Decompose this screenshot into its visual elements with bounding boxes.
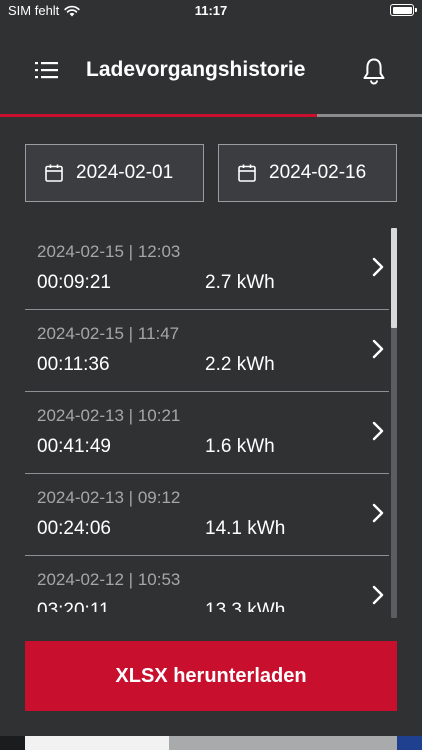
calendar-icon <box>238 164 256 182</box>
session-list: 2024-02-15 | 12:03 00:09:21 2.7 kWh 2024… <box>25 228 389 612</box>
flag-segment <box>396 736 422 750</box>
date-from-value: 2024-02-01 <box>76 162 174 183</box>
page-title: Ladevorgangshistorie <box>86 58 306 81</box>
session-row[interactable]: 2024-02-13 | 09:12 00:24:06 14.1 kWh <box>25 474 389 556</box>
date-to-value: 2024-02-16 <box>269 162 367 183</box>
session-datetime: 2024-02-13 | 10:21 <box>37 406 181 425</box>
session-energy: 2.7 kWh <box>205 272 275 293</box>
session-datetime: 2024-02-15 | 11:47 <box>37 324 180 343</box>
list-menu-icon[interactable] <box>32 58 62 82</box>
session-datetime: 2024-02-13 | 09:12 <box>37 488 181 507</box>
download-xlsx-button[interactable]: XLSX herunterladen <box>25 641 397 711</box>
session-datetime: 2024-02-12 | 10:53 <box>37 570 181 589</box>
status-bar: SIM fehlt 11:17 <box>0 0 422 22</box>
session-datetime: 2024-02-15 | 12:03 <box>37 242 181 261</box>
session-row[interactable]: 2024-02-12 | 10:53 03:20:11 13.3 kWh <box>25 556 389 612</box>
flag-segment <box>168 736 397 750</box>
chevron-right-icon <box>372 257 384 277</box>
session-energy: 14.1 kWh <box>205 518 286 539</box>
session-duration: 00:11:36 <box>37 354 110 375</box>
charging-history-screen: SIM fehlt 11:17 Ladevorgangshistorie 202… <box>0 0 422 750</box>
session-duration: 00:24:06 <box>37 518 111 539</box>
session-row[interactable]: 2024-02-15 | 11:47 00:11:36 2.2 kWh <box>25 310 389 392</box>
session-energy: 1.6 kWh <box>205 436 275 457</box>
chevron-right-icon <box>372 339 384 359</box>
flag-segment <box>0 736 26 750</box>
session-duration: 03:20:11 <box>37 600 110 612</box>
session-duration: 00:09:21 <box>37 272 111 293</box>
flag-stripe <box>0 736 422 750</box>
session-row[interactable]: 2024-02-15 | 12:03 00:09:21 2.7 kWh <box>25 228 389 310</box>
clock: 11:17 <box>194 3 228 18</box>
chevron-right-icon <box>372 503 384 523</box>
flag-segment <box>25 736 169 750</box>
scrollbar[interactable] <box>391 228 397 618</box>
page-progress-bar <box>0 114 422 117</box>
chevron-right-icon <box>372 585 384 605</box>
session-energy: 13.3 kWh <box>205 600 286 612</box>
session-duration: 00:41:49 <box>37 436 111 457</box>
scrollbar-thumb[interactable] <box>391 228 397 328</box>
bell-icon[interactable] <box>360 56 388 86</box>
calendar-icon <box>45 164 63 182</box>
session-energy: 2.2 kWh <box>205 354 275 375</box>
date-from-field[interactable]: 2024-02-01 <box>25 144 204 202</box>
app-header: Ladevorgangshistorie <box>0 40 422 100</box>
battery-icon <box>390 4 417 16</box>
chevron-right-icon <box>372 421 384 441</box>
date-to-field[interactable]: 2024-02-16 <box>218 144 397 202</box>
session-row[interactable]: 2024-02-13 | 10:21 00:41:49 1.6 kWh <box>25 392 389 474</box>
page-progress-fill <box>0 114 317 117</box>
